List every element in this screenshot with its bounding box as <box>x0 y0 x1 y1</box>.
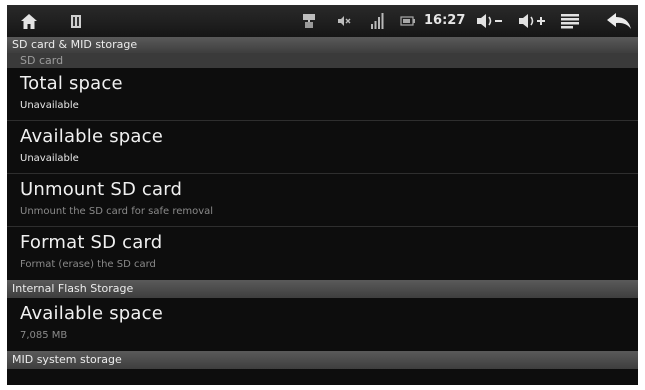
mute-icon <box>336 13 352 29</box>
item-summary: Unmount the SD card for safe removal <box>20 206 214 217</box>
available-space-sd-item: Available space Unavailable <box>7 121 638 174</box>
storage-settings-list: SD card & MID storage SD card Total spac… <box>7 37 638 369</box>
section-header-sd-mid-storage: SD card & MID storage <box>7 37 638 53</box>
item-title: Unmount SD card <box>20 179 183 200</box>
back-icon[interactable] <box>605 11 633 31</box>
item-title: Available space <box>20 126 164 147</box>
volume-up-icon[interactable] <box>517 11 549 31</box>
battery-icon <box>399 14 415 28</box>
clock: 16:27 <box>424 13 466 28</box>
volume-down-icon[interactable] <box>475 11 507 31</box>
status-bar: 16:27 <box>7 5 638 37</box>
subheader-sd-card: SD card <box>7 53 638 68</box>
available-space-internal-item: Available space 7,085 MB <box>7 298 638 351</box>
item-summary: 7,085 MB <box>20 330 68 341</box>
format-sd-card-item[interactable]: Format SD card Format (erase) the SD car… <box>7 227 638 280</box>
item-summary: Unavailable <box>20 100 79 111</box>
home-icon[interactable] <box>19 11 39 31</box>
usb-icon <box>302 12 316 30</box>
item-summary: Format (erase) the SD card <box>20 259 156 270</box>
signal-icon <box>369 11 385 31</box>
menu-icon[interactable] <box>560 12 580 30</box>
item-title: Total space <box>20 73 123 94</box>
section-header-internal-flash-storage: Internal Flash Storage <box>7 280 638 298</box>
section-header-mid-system-storage: MID system storage <box>7 351 638 369</box>
device-screen: 16:27 SD card & MID storage SD card Tota… <box>7 5 638 385</box>
unmount-sd-card-item[interactable]: Unmount SD card Unmount the SD card for … <box>7 174 638 227</box>
notification-icon[interactable] <box>70 13 82 29</box>
item-summary: Unavailable <box>20 153 79 164</box>
item-title: Format SD card <box>20 232 163 253</box>
total-space-item: Total space Unavailable <box>7 68 638 121</box>
item-title: Available space <box>20 303 164 324</box>
